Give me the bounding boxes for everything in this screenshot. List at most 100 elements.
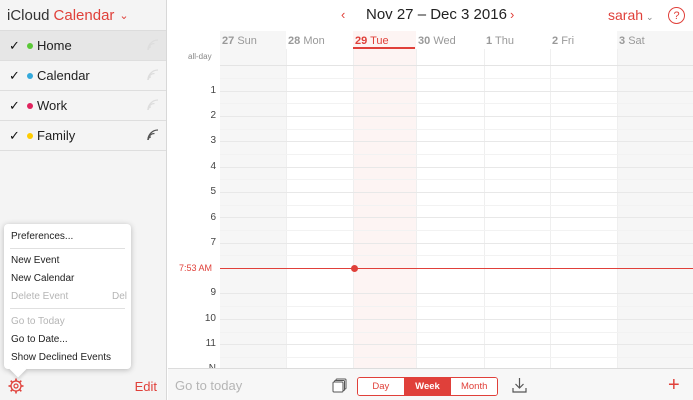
calendar-name: Calendar — [37, 68, 90, 83]
check-icon[interactable]: ✓ — [9, 68, 20, 84]
hour-line — [220, 167, 693, 168]
hour-line — [220, 116, 693, 117]
column-divider — [617, 49, 618, 368]
share-broadcast-icon[interactable] — [146, 38, 160, 52]
share-broadcast-icon[interactable] — [146, 98, 160, 112]
date-range-title: Nov 27 – Dec 3 2016 — [366, 6, 507, 23]
day-column-sat[interactable]: 3 Sat — [617, 31, 693, 368]
calendar-name: Family — [37, 128, 76, 143]
menu-item-preferences[interactable]: Preferences... — [11, 231, 73, 242]
delete-shortcut: Del — [111, 291, 127, 302]
hour-label: 11 — [205, 338, 216, 349]
half-hour-line — [220, 332, 693, 333]
hour-label: 10 — [204, 313, 216, 324]
current-time-dot — [351, 265, 358, 272]
hour-line — [220, 293, 693, 294]
calendar-list-icon[interactable] — [332, 378, 347, 393]
half-hour-line — [220, 255, 693, 256]
menu-item-new-calendar[interactable]: New Calendar — [11, 273, 74, 284]
day-column-wed[interactable]: 30 Wed — [416, 31, 484, 368]
bottom-toolbar: Go to today Day Week Month + — [168, 368, 693, 400]
day-column-thu[interactable]: 1 Thu — [484, 31, 550, 368]
hour-label: 5 — [210, 186, 216, 197]
current-time-label: 7:53 AM — [179, 263, 213, 273]
calendar-name: Work — [37, 98, 68, 113]
edit-button[interactable]: Edit — [135, 379, 157, 394]
day-column-sun[interactable]: 27 Sun — [220, 31, 286, 368]
download-icon[interactable] — [512, 377, 527, 393]
day-header[interactable]: 2 Fri — [550, 31, 617, 49]
day-column-fri[interactable]: 2 Fri — [550, 31, 617, 368]
calendar-color-dot — [27, 43, 33, 49]
column-divider — [353, 49, 354, 368]
hour-line — [220, 192, 693, 193]
week-grid[interactable]: 27 Sun 28 Mon 29 Tue 30 Wed 1 Thu 2 Fri … — [168, 31, 693, 368]
brand-label: iCloud — [7, 6, 50, 24]
previous-week-button[interactable]: ‹ — [341, 7, 345, 22]
column-divider — [286, 49, 287, 368]
column-divider — [484, 49, 485, 368]
user-name: sarah — [608, 7, 644, 23]
share-broadcast-icon[interactable] — [146, 128, 160, 142]
column-divider — [416, 49, 417, 368]
day-header[interactable]: 27 Sun — [220, 31, 286, 49]
all-day-divider — [220, 65, 693, 66]
go-to-today-button: Go to today — [175, 378, 243, 393]
add-event-button[interactable]: + — [668, 375, 680, 395]
hour-label: 7 — [210, 237, 216, 248]
menu-item-new-event[interactable]: New Event — [11, 255, 59, 266]
half-hour-line — [220, 78, 693, 79]
app-name: Calendar — [53, 6, 115, 24]
menu-item-go-to-date[interactable]: Go to Date... — [11, 334, 68, 345]
calendar-name: Home — [37, 38, 72, 53]
day-header[interactable]: 1 Thu — [484, 31, 550, 49]
calendar-item-family[interactable]: ✓ Family — [0, 121, 166, 151]
hour-label: 3 — [210, 135, 216, 146]
calendar-item-calendar[interactable]: ✓ Calendar — [0, 61, 166, 91]
user-menu[interactable]: sarah ⌄ — [608, 7, 654, 23]
share-broadcast-icon[interactable] — [146, 68, 160, 82]
chevron-down-icon: ⌄ — [119, 9, 129, 22]
help-button[interactable]: ? — [668, 7, 685, 24]
half-hour-line — [220, 205, 693, 206]
hour-label: 2 — [210, 110, 216, 121]
half-hour-line — [220, 103, 693, 104]
next-week-button[interactable]: › — [510, 7, 514, 22]
hour-line — [220, 344, 693, 345]
menu-item-show-declined[interactable]: Show Declined Events — [11, 352, 111, 363]
day-column-mon[interactable]: 28 Mon — [286, 31, 353, 368]
half-hour-line — [220, 230, 693, 231]
day-column-tue[interactable]: 29 Tue — [353, 31, 416, 368]
today-indicator — [353, 47, 415, 49]
calendar-item-work[interactable]: ✓ Work — [0, 91, 166, 121]
week-view-button[interactable]: Week — [404, 378, 452, 395]
calendar-color-dot — [27, 133, 33, 139]
calendar-color-dot — [27, 103, 33, 109]
day-header[interactable]: 28 Mon — [286, 31, 353, 49]
month-view-button[interactable]: Month — [451, 378, 497, 395]
hour-label: 1 — [210, 85, 216, 96]
check-icon[interactable]: ✓ — [9, 128, 20, 144]
menu-separator — [10, 308, 125, 309]
hour-line — [220, 141, 693, 142]
day-view-button[interactable]: Day — [358, 378, 405, 395]
calendar-item-home[interactable]: ✓ Home — [0, 31, 166, 61]
hour-label: 9 — [210, 287, 216, 298]
day-header[interactable]: 3 Sat — [617, 31, 693, 49]
app-switcher[interactable]: iCloud Calendar ⌄ — [0, 0, 166, 31]
half-hour-line — [220, 154, 693, 155]
gear-icon[interactable] — [8, 378, 24, 394]
hour-line — [220, 217, 693, 218]
half-hour-line — [220, 306, 693, 307]
all-day-label: all-day — [188, 52, 212, 61]
check-icon[interactable]: ✓ — [9, 38, 20, 54]
column-divider — [550, 49, 551, 368]
menu-separator — [10, 248, 125, 249]
settings-menu: Preferences... New Event New Calendar De… — [4, 224, 131, 369]
half-hour-line — [220, 129, 693, 130]
sidebar-footer: Edit — [0, 372, 167, 400]
current-time-line — [220, 268, 693, 269]
day-header[interactable]: 30 Wed — [416, 31, 484, 49]
check-icon[interactable]: ✓ — [9, 98, 20, 114]
hour-line — [220, 91, 693, 92]
